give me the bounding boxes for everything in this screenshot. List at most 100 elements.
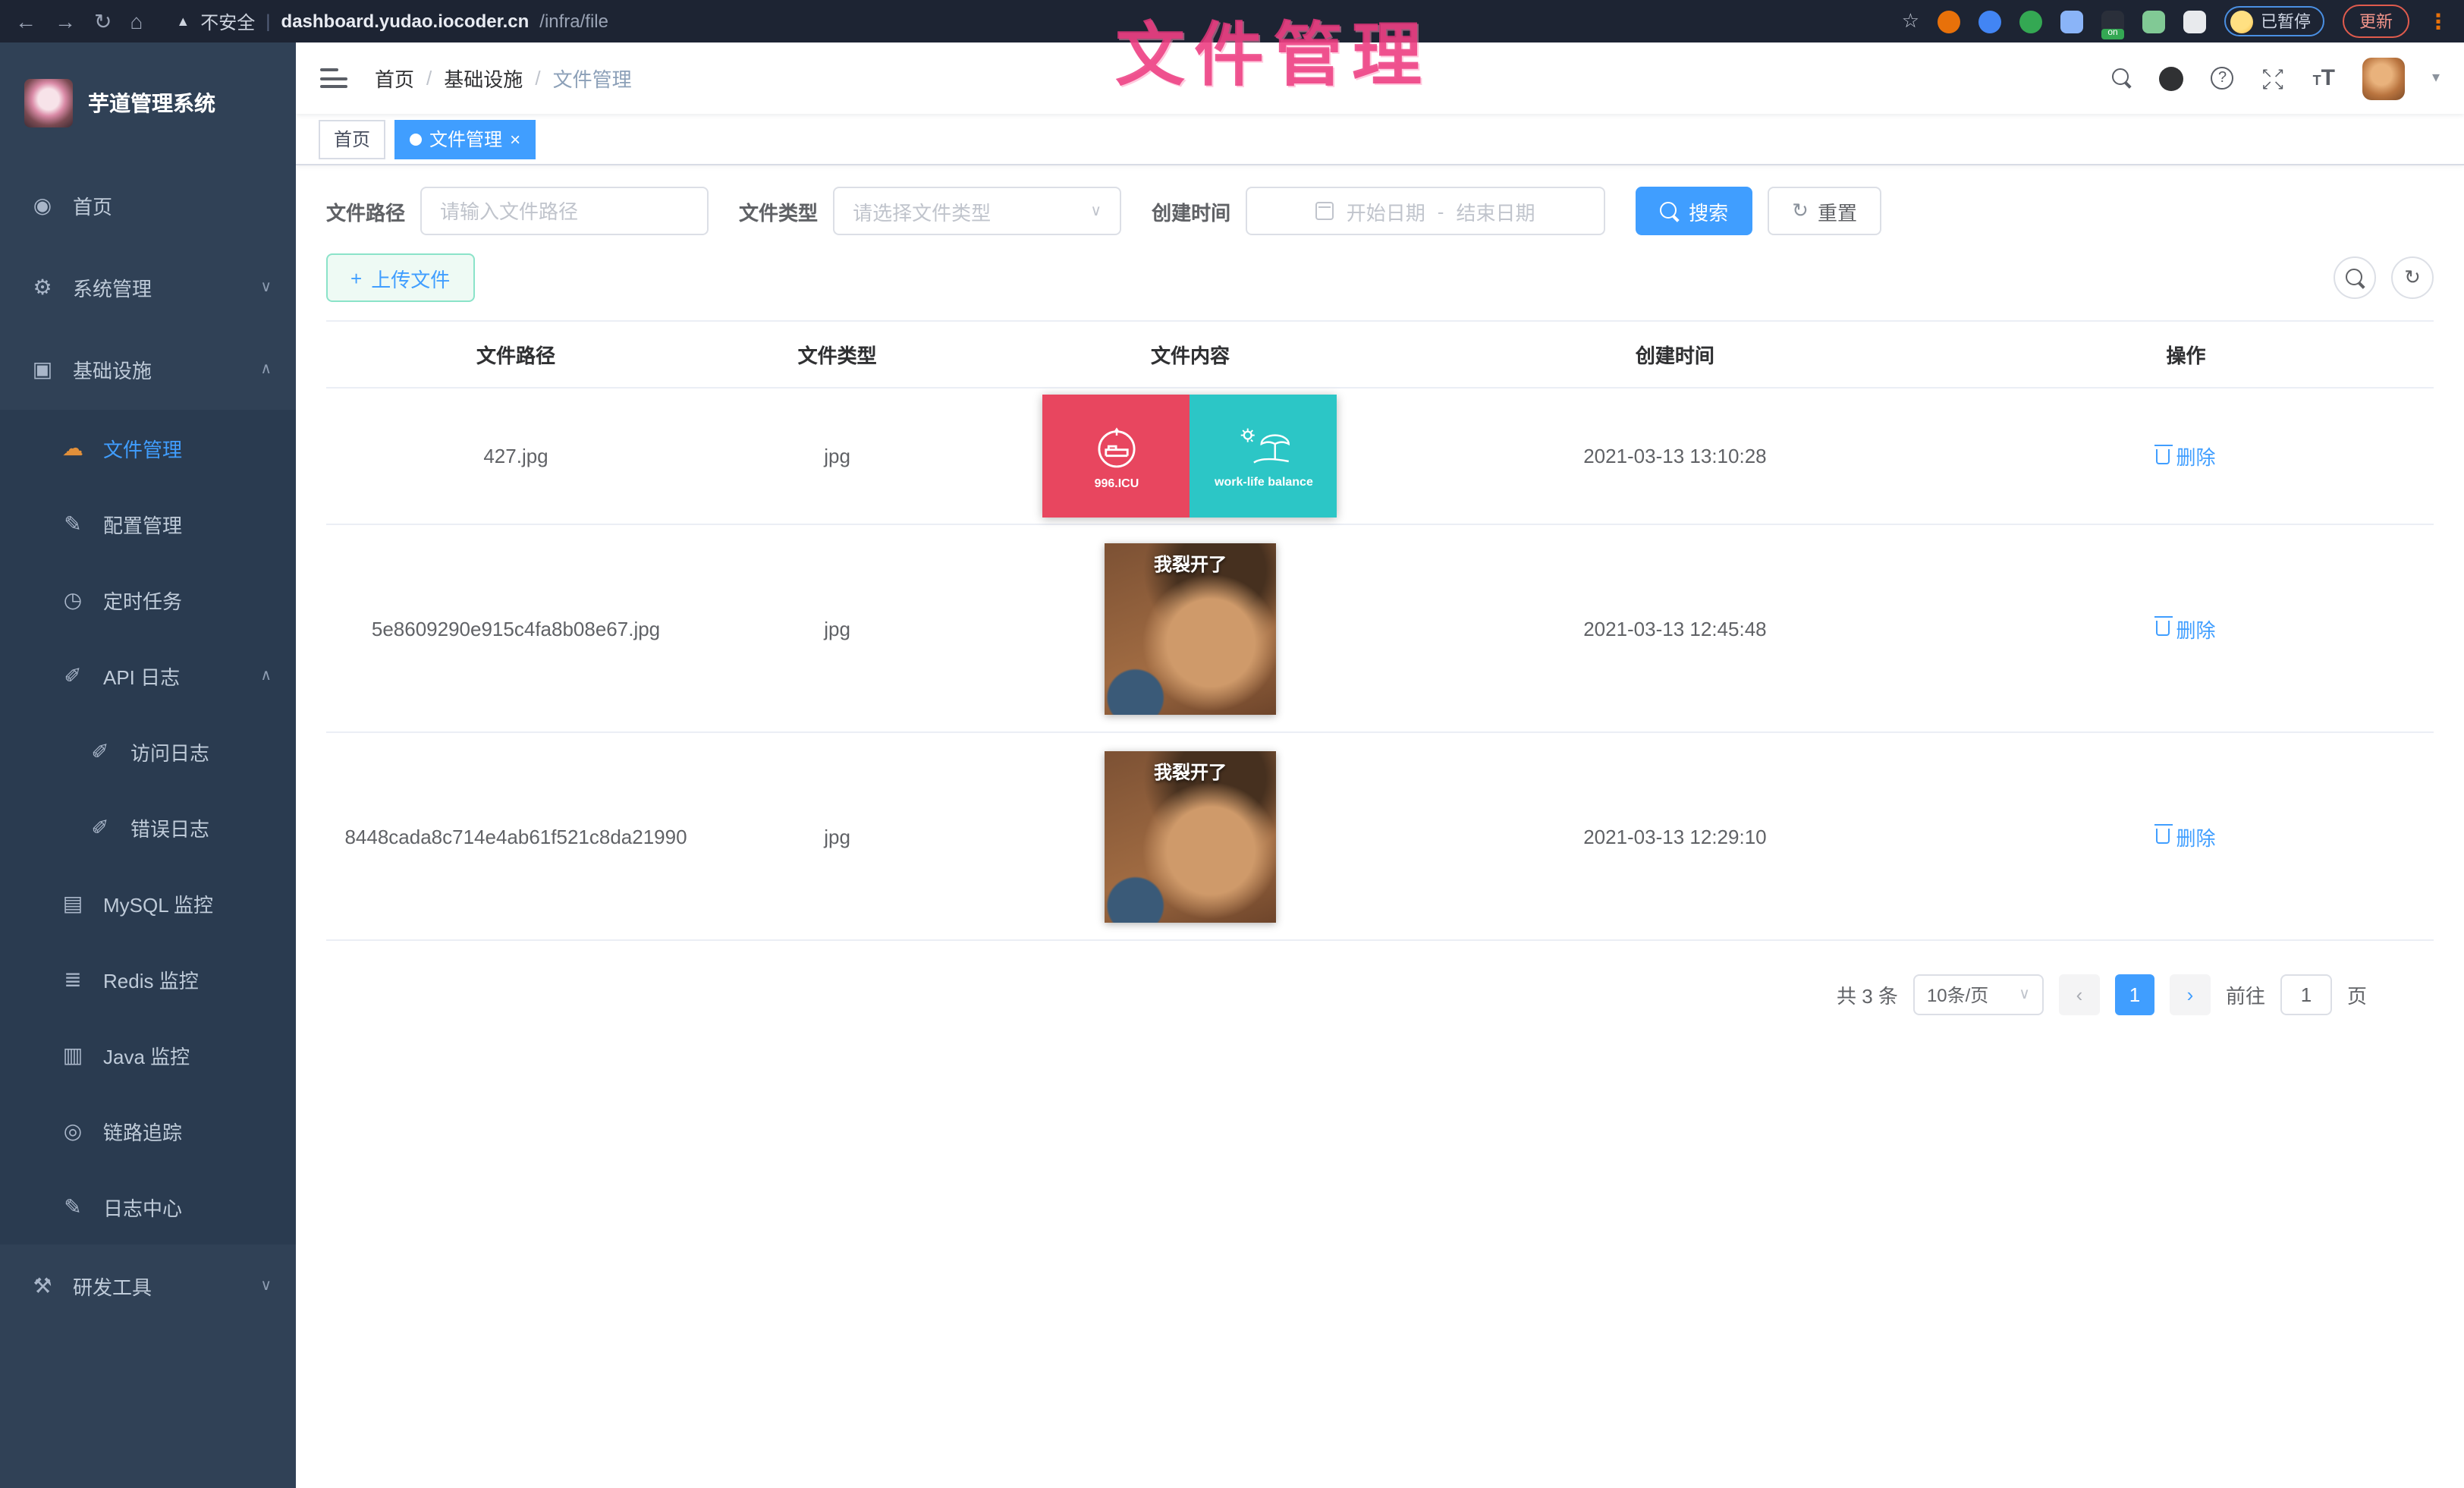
sidebar-item-api-logs[interactable]: ✐ API 日志 ∧ [0,637,296,713]
close-icon[interactable]: × [510,130,520,148]
caret-down-icon[interactable]: ▾ [2432,70,2440,87]
breadcrumb: 首页 / 基础设施 / 文件管理 [375,64,632,93]
pin-extension-icon[interactable] [1978,10,2001,33]
delete-button[interactable]: 删除 [2157,442,2216,470]
sidebar-item-dev-tools[interactable]: ⚒ 研发工具 ∨ [0,1244,296,1326]
vpn-extension-icon[interactable]: on [2101,10,2124,33]
reset-button[interactable]: ↻ 重置 [1768,187,1881,235]
sidebar-item-label: API 日志 [103,661,180,690]
help-icon[interactable]: ? [2211,67,2234,90]
puzzle-extension-icon[interactable] [2183,10,2206,33]
log-icon: ✐ [88,814,112,840]
sidebar-item-config-management[interactable]: ✎ 配置管理 [0,486,296,562]
monitor-icon: ▥ [61,1042,85,1068]
breadcrumb-current: 文件管理 [553,64,632,93]
edit-icon: ✎ [61,511,85,536]
forward-icon[interactable]: → [55,9,76,33]
sidebar: 芋道管理系统 ◉ 首页 ⚙ 系统管理 ∨ ▣ 基础设施 ∧ ☁ 文件管理 [0,42,296,1488]
browser-toolbar: ← → ↻ ⌂ ▲ 不安全 | dashboard.yudao.iocoder.… [0,0,2464,42]
goto-page-input[interactable] [2280,974,2332,1015]
browser-profile-button[interactable]: 已暂停 [2224,6,2324,36]
delete-button[interactable]: 删除 [2157,614,2216,643]
page-size-value: 10条/页 [1927,982,1988,1008]
meme-caption: 我裂开了 [1105,758,1276,784]
sidebar-item-java-monitor[interactable]: ▥ Java 监控 [0,1017,296,1093]
github-icon[interactable] [2160,66,2184,90]
goto-label: 前往 [2226,980,2265,1009]
file-path-input[interactable] [420,187,709,235]
breadcrumb-separator: / [535,67,540,90]
created-time-cell: 2021-03-13 12:45:48 [1412,617,1939,640]
search-icon[interactable] [2113,68,2132,88]
trash-icon [2157,448,2170,464]
sidebar-item-infrastructure[interactable]: ▣ 基础设施 ∧ [0,328,296,410]
create-time-label: 创建时间 [1152,197,1230,225]
toggle-search-button[interactable] [2334,256,2376,299]
back-icon[interactable]: ← [15,9,36,33]
table-row: 427.jpg jpg [326,389,2434,525]
breadcrumb-home[interactable]: 首页 [375,64,414,93]
grid-extension-icon[interactable] [2060,10,2083,33]
sidebar-item-home[interactable]: ◉ 首页 [0,164,296,246]
tab-home[interactable]: 首页 [319,119,385,159]
file-table: 文件路径 文件类型 文件内容 创建时间 操作 427.jpg jpg [326,320,2434,941]
top-navbar: 首页 / 基础设施 / 文件管理 ? ↖ ↗ ↙ ↘ TT [296,42,2464,114]
reload-icon[interactable]: ↻ [94,8,112,34]
current-page-button[interactable]: 1 [2115,974,2154,1015]
column-header-path: 文件路径 [326,340,706,369]
browser-menu-icon[interactable]: ⋮ [2428,8,2449,34]
file-preview-image[interactable]: 996.ICU [1043,395,1337,517]
work-life-panel: work-life balance [1190,395,1337,517]
chevron-down-icon: ∨ [1090,203,1102,219]
next-page-button[interactable]: › [2170,974,2211,1015]
page-size-select[interactable]: 10条/页 ∨ [1913,974,2044,1015]
upload-file-button[interactable]: + 上传文件 [326,253,474,302]
sidebar-item-scheduled-tasks[interactable]: ◷ 定时任务 [0,562,296,637]
sidebar-item-trace[interactable]: ◎ 链路追踪 [0,1093,296,1169]
sidebar-item-log-center[interactable]: ✎ 日志中心 [0,1169,296,1244]
sidebar-item-access-log[interactable]: ✐ 访问日志 [0,713,296,789]
home-icon[interactable]: ⌂ [130,9,143,33]
chevron-down-icon: ∨ [2019,986,2030,1003]
file-preview-image[interactable]: 我裂开了 [1105,543,1276,714]
sidebar-item-label: Redis 监控 [103,964,199,993]
sidebar-item-file-management[interactable]: ☁ 文件管理 [0,410,296,486]
user-avatar[interactable] [2362,57,2405,99]
gear-extension-icon[interactable] [1938,10,1960,33]
tab-file-management[interactable]: 文件管理 × [394,119,536,159]
refresh-table-button[interactable]: ↻ [2391,256,2434,299]
start-date-placeholder: 开始日期 [1347,197,1425,225]
sidebar-item-label: 日志中心 [103,1192,182,1221]
sidebar-item-label: 配置管理 [103,509,182,538]
hamburger-icon[interactable] [320,68,347,88]
bookmark-star-icon[interactable]: ☆ [1902,9,1919,33]
check-extension-icon[interactable] [2019,10,2042,33]
prev-page-button[interactable]: ‹ [2059,974,2100,1015]
font-size-icon[interactable]: TT [2313,65,2335,91]
select-placeholder: 请选择文件类型 [853,197,991,225]
end-date-placeholder: 结束日期 [1456,197,1535,225]
sidebar-item-redis-monitor[interactable]: ≣ Redis 监控 [0,941,296,1017]
sidebar-item-system[interactable]: ⚙ 系统管理 ∨ [0,246,296,328]
file-type-select[interactable]: 请选择文件类型 ∨ [833,187,1121,235]
sidebar-item-label: 系统管理 [73,272,152,301]
delete-label: 删除 [2176,614,2216,643]
fullscreen-icon[interactable]: ↖ ↗ ↙ ↘ [2261,66,2286,90]
sidebar-item-error-log[interactable]: ✐ 错误日志 [0,789,296,865]
search-button[interactable]: 搜索 [1636,187,1752,235]
file-preview-image[interactable]: 我裂开了 [1105,750,1276,922]
date-range-picker[interactable]: 开始日期 - 结束日期 [1246,187,1605,235]
delete-button[interactable]: 删除 [2157,822,2216,851]
search-icon [1660,201,1680,221]
address-bar[interactable]: ▲ 不安全 | dashboard.yudao.iocoder.cn /infr… [176,8,608,34]
profile-paused-label: 已暂停 [2261,9,2311,33]
tools-icon: ⚒ [30,1273,55,1298]
gear-icon: ⚙ [30,274,55,300]
browser-update-button[interactable]: 更新 [2343,5,2409,38]
active-tab-dot [410,133,422,145]
column-header-created: 创建时间 [1412,340,1939,369]
sidebar-item-mysql-monitor[interactable]: ▤ MySQL 监控 [0,865,296,941]
file-type-cell: jpg [706,617,969,640]
leaf-extension-icon[interactable] [2142,10,2165,33]
column-header-content: 文件内容 [969,340,1411,369]
